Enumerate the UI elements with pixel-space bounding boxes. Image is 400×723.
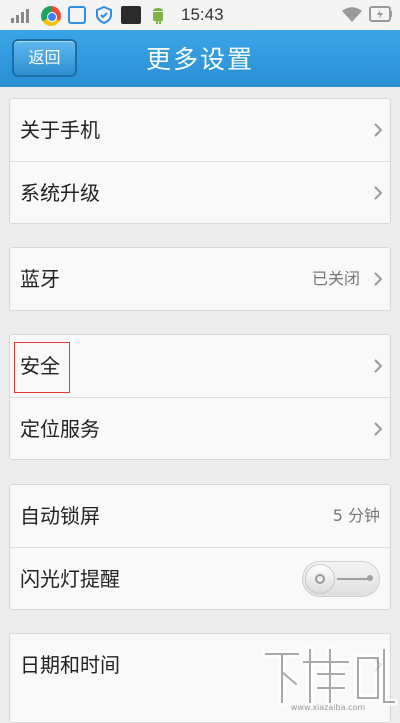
- chevron-right-icon: [374, 123, 382, 137]
- row-label: 蓝牙: [20, 267, 60, 291]
- chrome-icon: [41, 6, 61, 26]
- battery-icon: [369, 6, 392, 22]
- settings-group-lock: 自动锁屏 5 分钟 闪光灯提醒: [9, 484, 391, 610]
- gallery-icon: [68, 6, 86, 24]
- flash-alert-toggle[interactable]: [302, 561, 380, 597]
- settings-group-bluetooth: 蓝牙 已关闭: [9, 247, 391, 311]
- row-location-services[interactable]: 定位服务: [10, 398, 390, 460]
- row-label: 自动锁屏: [20, 504, 100, 528]
- shield-icon: [96, 6, 112, 24]
- android-icon: [153, 8, 163, 24]
- row-system-upgrade[interactable]: 系统升级: [10, 162, 390, 224]
- settings-group-device: 关于手机 系统升级: [9, 98, 391, 224]
- chevron-right-icon: [374, 186, 382, 200]
- chevron-right-icon: [374, 272, 382, 286]
- toggle-knob: [305, 564, 335, 594]
- watermark-logo: www.xiazaiba.com: [262, 646, 398, 712]
- row-label: 闪光灯提醒: [20, 567, 120, 591]
- page-title: 更多设置: [145, 45, 254, 74]
- signal-icon: [11, 9, 29, 23]
- watermark-url: www.xiazaiba.com: [291, 703, 365, 712]
- row-flash-alert: 闪光灯提醒: [10, 548, 390, 610]
- row-about-phone[interactable]: 关于手机: [10, 99, 390, 161]
- title-bar: 返回 更多设置: [0, 30, 400, 87]
- status-bar: 15:43: [0, 0, 400, 30]
- wifi-icon: [342, 7, 362, 22]
- toggle-track: [337, 578, 369, 580]
- row-security[interactable]: 安全: [10, 335, 390, 397]
- row-label: 定位服务: [20, 417, 100, 441]
- row-auto-lock[interactable]: 自动锁屏 5 分钟: [10, 485, 390, 547]
- bluetooth-status: 已关闭: [311, 269, 360, 288]
- status-time: 15:43: [181, 5, 224, 24]
- row-label: 日期和时间: [20, 653, 120, 677]
- chevron-right-icon: [374, 359, 382, 373]
- row-label: 系统升级: [20, 181, 100, 205]
- settings-group-security: 安全 定位服务: [9, 334, 391, 460]
- row-label: 安全: [20, 354, 60, 378]
- bag-icon: [121, 6, 141, 24]
- auto-lock-value: 5 分钟: [332, 506, 380, 525]
- toggle-track-dot: [367, 575, 373, 581]
- row-label: 关于手机: [20, 118, 100, 142]
- chevron-right-icon: [374, 422, 382, 436]
- row-bluetooth[interactable]: 蓝牙 已关闭: [10, 248, 390, 310]
